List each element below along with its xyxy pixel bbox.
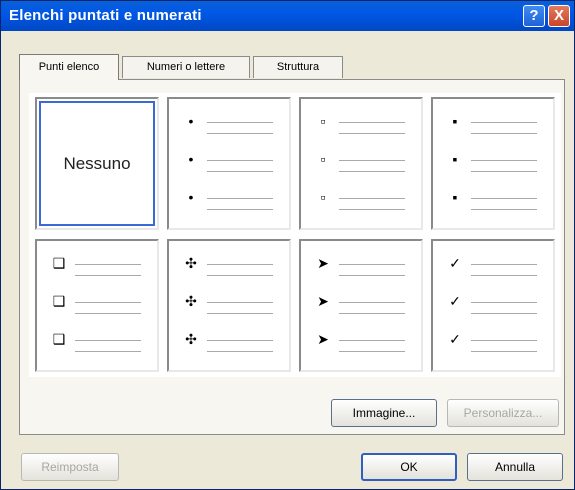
- tab-outline[interactable]: Struttura: [253, 56, 343, 78]
- bullet-style-checkmark[interactable]: ✓ ✓ ✓: [431, 239, 555, 372]
- close-icon[interactable]: X: [548, 5, 570, 27]
- tab-numbers-letters[interactable]: Numeri o lettere: [122, 56, 250, 78]
- tab-bullets[interactable]: Punti elenco: [19, 54, 119, 80]
- bullet-style-shadow-box[interactable]: ❑ ❑ ❑: [35, 239, 159, 372]
- bullet-style-small-square[interactable]: ▪ ▪ ▪: [431, 97, 555, 230]
- small-square-bullet-icon: ▪: [452, 151, 458, 167]
- small-square-bullet-icon: ▪: [452, 113, 458, 129]
- title-bar[interactable]: Elenchi puntati e numerati ? X: [1, 1, 574, 31]
- bullet-style-four-diamond[interactable]: ✣ ✣ ✣: [167, 239, 291, 372]
- none-label: Nessuno: [63, 154, 131, 173]
- hollow-square-bullet-icon: ▫: [320, 113, 326, 129]
- shadow-box-bullet-icon: ❑: [52, 255, 66, 271]
- shadow-box-bullet-icon: ❑: [52, 293, 66, 309]
- arrowhead-bullet-icon: ➤: [317, 255, 329, 271]
- checkmark-bullet-icon: ✓: [449, 331, 461, 347]
- cancel-button[interactable]: Annulla: [467, 453, 563, 481]
- hollow-square-bullet-icon: ▫: [320, 151, 326, 167]
- bullet-style-filled-dot[interactable]: • • •: [167, 97, 291, 230]
- reset-button[interactable]: Reimposta: [21, 453, 119, 481]
- filled-dot-bullet-icon: •: [188, 113, 194, 129]
- small-square-bullet-icon: ▪: [452, 189, 458, 205]
- filled-dot-bullet-icon: •: [188, 189, 194, 205]
- arrowhead-bullet-icon: ➤: [317, 331, 329, 347]
- four-diamond-bullet-icon: ✣: [185, 255, 197, 271]
- shadow-box-bullet-icon: ❑: [52, 331, 66, 347]
- bullet-style-hollow-square[interactable]: ▫ ▫ ▫: [299, 97, 423, 230]
- arrowhead-bullet-icon: ➤: [317, 293, 329, 309]
- bullets-dialog: Elenchi puntati e numerati ? X Punti ele…: [0, 0, 575, 490]
- bullet-style-none[interactable]: Nessuno: [35, 97, 159, 230]
- filled-dot-bullet-icon: •: [188, 151, 194, 167]
- checkmark-bullet-icon: ✓: [449, 255, 461, 271]
- image-button[interactable]: Immagine...: [331, 399, 437, 427]
- help-icon[interactable]: ?: [523, 5, 545, 27]
- four-diamond-bullet-icon: ✣: [185, 293, 197, 309]
- customize-button[interactable]: Personalizza...: [447, 399, 559, 427]
- four-diamond-bullet-icon: ✣: [185, 331, 197, 347]
- ok-button[interactable]: OK: [361, 453, 457, 481]
- bullet-style-arrowhead[interactable]: ➤ ➤ ➤: [299, 239, 423, 372]
- window-title: Elenchi puntati e numerati: [9, 7, 202, 24]
- bullet-gallery: Nessuno • • • ▫ ▫ ▫ ▪ ▪ ▪ ❑ ❑ ❑ ✣ ✣ ✣ ➤ …: [29, 93, 561, 377]
- checkmark-bullet-icon: ✓: [449, 293, 461, 309]
- hollow-square-bullet-icon: ▫: [320, 189, 326, 205]
